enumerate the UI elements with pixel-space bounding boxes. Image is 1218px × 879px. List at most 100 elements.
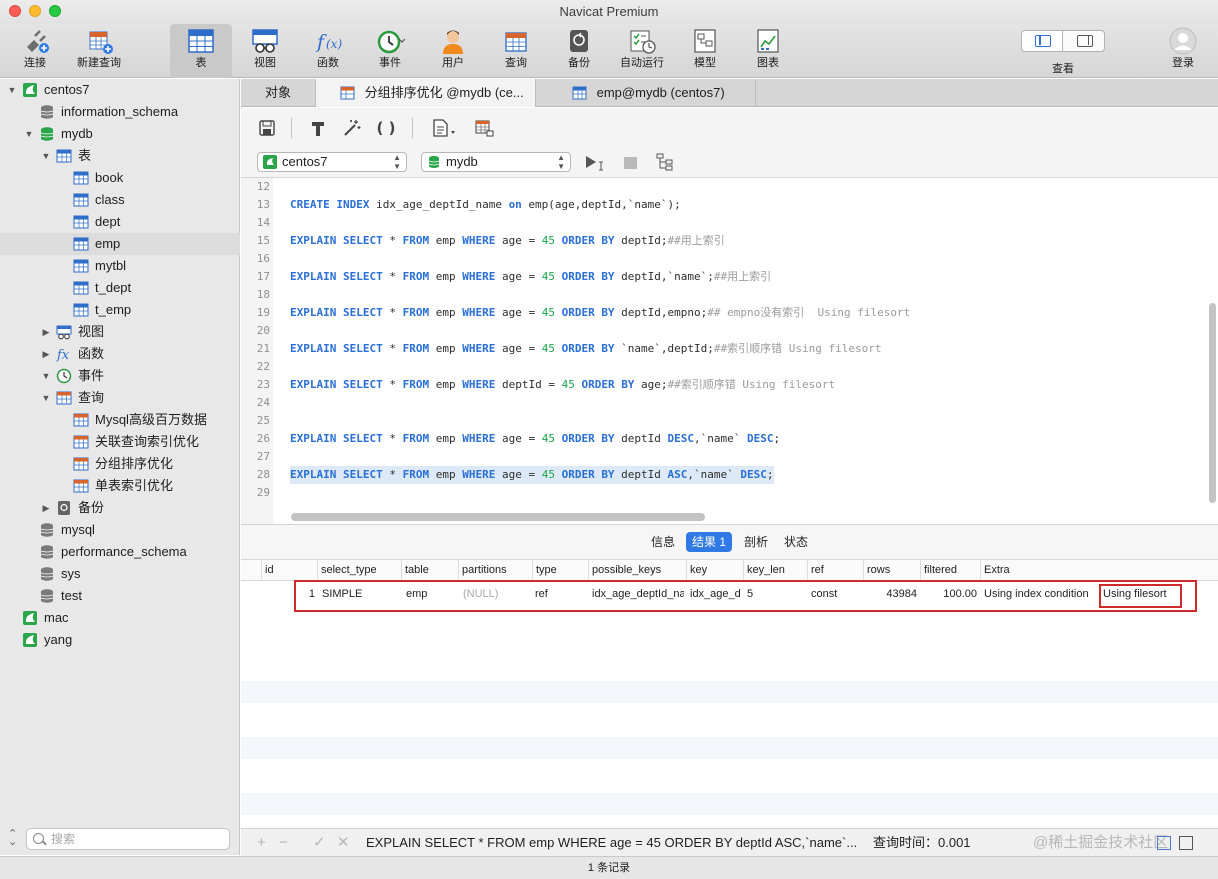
sidebar-item-emp[interactable]: emp <box>0 233 240 255</box>
sidebar-item-centos7[interactable]: ▼ centos7 <box>0 79 240 101</box>
code-line[interactable]: 22 <box>241 358 1201 376</box>
beautify-wand-icon[interactable] <box>341 118 363 138</box>
code-line[interactable]: 24 <box>241 394 1201 412</box>
code-line[interactable]: 21 EXPLAIN SELECT * FROM emp WHERE age = … <box>241 340 1201 358</box>
toolbar-connect-button[interactable]: 连接 <box>4 24 66 78</box>
code-line[interactable]: 13 CREATE INDEX idx_age_deptId_name on em… <box>241 196 1201 214</box>
toolbar-auto-run-button[interactable]: 自动运行 <box>611 24 673 78</box>
disclosure-expanded-icon[interactable]: ▼ <box>40 145 52 167</box>
sql-editor[interactable]: 12 13 CREATE INDEX idx_age_deptId_name on … <box>241 178 1218 524</box>
column-header-table[interactable]: table <box>401 560 458 581</box>
explain-plan-icon[interactable] <box>655 152 677 172</box>
sidebar-item-performance-schema[interactable]: performance_schema <box>0 541 240 563</box>
code-line[interactable]: 28 EXPLAIN SELECT * FROM emp WHERE age = … <box>241 466 1201 484</box>
code-line[interactable]: 20 <box>241 322 1201 340</box>
sidebar-item-mysql[interactable]: mysql <box>0 519 240 541</box>
tab-status[interactable]: 状态 <box>778 532 814 552</box>
column-header-select-type[interactable]: select_type <box>317 560 401 581</box>
sidebar-item-dept[interactable]: dept <box>0 211 240 233</box>
delete-row-icon[interactable]: − <box>279 829 288 857</box>
toolbar-chart-button[interactable]: 图表 <box>737 24 799 78</box>
close-window-icon[interactable] <box>9 5 21 17</box>
tab-profile[interactable]: 剖析 <box>738 532 774 552</box>
column-header-partitions[interactable]: partitions <box>458 560 532 581</box>
sidebar-item-备份[interactable]: ▶ 备份 <box>0 497 240 519</box>
run-play-icon[interactable] <box>584 154 608 172</box>
disclosure-expanded-icon[interactable]: ▼ <box>40 365 52 387</box>
sidebar-item-t-dept[interactable]: t_dept <box>0 277 240 299</box>
sidebar-item-yang[interactable]: yang <box>0 629 240 651</box>
tab-info[interactable]: 信息 <box>645 532 681 552</box>
sidebar-item-sys[interactable]: sys <box>0 563 240 585</box>
disclosure-expanded-icon[interactable]: ▼ <box>6 79 18 101</box>
column-header-ref[interactable]: ref <box>807 560 863 581</box>
sidebar-item-class[interactable]: class <box>0 189 240 211</box>
discard-x-icon[interactable]: ✕ <box>337 829 350 857</box>
export-results-icon[interactable] <box>473 118 495 138</box>
toolbar-new-query-button[interactable]: 新建查询 <box>68 24 130 78</box>
sidebar-item-information-schema[interactable]: information_schema <box>0 101 240 123</box>
disclosure-expanded-icon[interactable]: ▼ <box>23 123 35 145</box>
sidebar-item-mydb[interactable]: ▼ mydb <box>0 123 240 145</box>
toolbar-view-button[interactable]: 视图 <box>234 24 296 78</box>
tab-emp-table[interactable]: emp@mydb (centos7) <box>536 79 756 107</box>
toolbar-event-button[interactable]: 事件 <box>359 24 421 78</box>
code-line[interactable]: 23 EXPLAIN SELECT * FROM emp WHERE deptId… <box>241 376 1201 394</box>
apply-check-icon[interactable]: ✓ <box>313 829 326 857</box>
code-line[interactable]: 18 <box>241 286 1201 304</box>
column-header-type[interactable]: type <box>532 560 588 581</box>
column-header-key[interactable]: key <box>686 560 743 581</box>
form-view-icon[interactable] <box>1179 836 1193 850</box>
sidebar-sort-icon[interactable]: ⌃ ⌄ <box>8 829 17 848</box>
sidebar-item-表[interactable]: ▼ 表 <box>0 145 240 167</box>
stop-icon[interactable] <box>624 157 637 169</box>
build-hammer-icon[interactable] <box>307 118 329 138</box>
toolbar-backup-button[interactable]: 备份 <box>548 24 610 78</box>
sidebar-item-函数[interactable]: ▶ fx 函数 <box>0 343 240 365</box>
grid-view-icon[interactable] <box>1157 836 1171 850</box>
toolbar-query-button[interactable]: 查询 <box>485 24 547 78</box>
code-line[interactable]: 12 <box>241 178 1201 196</box>
column-header-key-len[interactable]: key_len <box>743 560 807 581</box>
save-icon[interactable] <box>256 118 278 138</box>
snippet-document-icon[interactable] <box>429 118 459 138</box>
sidebar-item-mysql高级百万数据[interactable]: Mysql高级百万数据 <box>0 409 240 431</box>
toolbar-model-button[interactable]: 模型 <box>674 24 736 78</box>
code-line[interactable]: 16 <box>241 250 1201 268</box>
column-header-filtered[interactable]: filtered <box>920 560 980 581</box>
sidebar-item-分组排序优化[interactable]: 分组排序优化 <box>0 453 240 475</box>
connection-select[interactable]: centos7 ▲ ▼ <box>257 152 407 172</box>
toolbar-user-button[interactable]: 用户 <box>422 24 484 78</box>
code-line[interactable]: 17 EXPLAIN SELECT * FROM emp WHERE age = … <box>241 268 1201 286</box>
sidebar-item-t-emp[interactable]: t_emp <box>0 299 240 321</box>
zoom-window-icon[interactable] <box>49 5 61 17</box>
disclosure-expanded-icon[interactable]: ▼ <box>40 387 52 409</box>
code-line[interactable]: 14 <box>241 214 1201 232</box>
minimize-window-icon[interactable] <box>29 5 41 17</box>
horizontal-scrollbar[interactable] <box>291 513 705 521</box>
column-header-possible-keys[interactable]: possible_keys <box>588 560 686 581</box>
sidebar-item-查询[interactable]: ▼ 查询 <box>0 387 240 409</box>
sidebar-item-book[interactable]: book <box>0 167 240 189</box>
sidebar-item-mac[interactable]: mac <box>0 607 240 629</box>
parentheses-icon[interactable]: ( ) <box>375 118 397 138</box>
sidebar-search-input[interactable]: 搜索 <box>26 828 230 850</box>
code-line[interactable]: 19 EXPLAIN SELECT * FROM emp WHERE age = … <box>241 304 1201 322</box>
tab-result-1[interactable]: 结果 1 <box>686 532 733 552</box>
login-button[interactable]: 登录 <box>1158 24 1208 78</box>
sidebar-item-mytbl[interactable]: mytbl <box>0 255 240 277</box>
code-line[interactable]: 15 EXPLAIN SELECT * FROM emp WHERE age = … <box>241 232 1201 250</box>
toolbar-function-button[interactable]: f (x) 函数 <box>297 24 359 78</box>
code-line[interactable]: 25 <box>241 412 1201 430</box>
toolbar-table-button[interactable]: 表 <box>170 24 232 78</box>
sidebar-item-test[interactable]: test <box>0 585 240 607</box>
tab-group-sort-query[interactable]: 分组排序优化 @mydb (ce... <box>316 79 536 107</box>
database-select[interactable]: mydb ▲ ▼ <box>421 152 571 172</box>
disclosure-collapsed-icon[interactable]: ▶ <box>40 321 52 343</box>
column-header-rows[interactable]: rows <box>863 560 920 581</box>
column-header-extra[interactable]: Extra <box>980 560 1218 581</box>
sidebar-item-关联查询索引优化[interactable]: 关联查询索引优化 <box>0 431 240 453</box>
panel-toggle-button[interactable] <box>1064 31 1105 51</box>
tab-objects[interactable]: 对象 <box>241 79 316 107</box>
sidebar-item-单表索引优化[interactable]: 单表索引优化 <box>0 475 240 497</box>
